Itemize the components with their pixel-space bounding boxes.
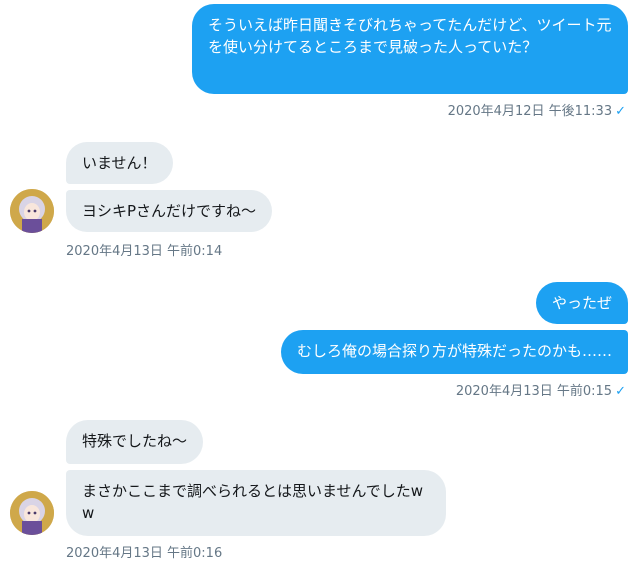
message-timestamp: 2020年4月13日 午前0:16 (66, 546, 223, 561)
message-timestamp: 2020年4月13日 午前0:15 ✓ (456, 380, 626, 399)
message-bubble-incoming[interactable]: 特殊でしたね〜 (66, 420, 204, 464)
message-bubble-outgoing[interactable]: やったぜ (535, 282, 628, 324)
message-bubble-incoming[interactable]: ヨシキPさんだけですね〜 (66, 190, 273, 232)
read-check-icon: ✓ (615, 384, 626, 399)
message-bubble-outgoing[interactable]: むしろ俺の場合探り方が特殊だったのかも…… (280, 330, 628, 374)
message-timestamp: 2020年4月13日 午前0:14 (66, 244, 223, 259)
message-bubble-outgoing[interactable]: そういえば昨日聞きそびれちゃってたんだけど、ツイート元を使い分けてるところまで見… (192, 4, 628, 94)
message-timestamp: 2020年4月12日 午後11:33 ✓ (448, 100, 626, 119)
message-bubble-incoming[interactable]: いません！ (66, 142, 173, 184)
read-check-icon: ✓ (615, 104, 626, 119)
message-bubble-incoming[interactable]: まさかここまで調べられるとは思いませんでしたww (66, 470, 446, 536)
avatar-image (10, 189, 54, 233)
avatar[interactable] (10, 491, 54, 535)
avatar-image (10, 491, 54, 535)
timestamp-text: 2020年4月13日 午前0:15 (455, 384, 613, 399)
timestamp-text: 2020年4月12日 午後11:33 (447, 104, 613, 119)
avatar[interactable] (10, 189, 54, 233)
